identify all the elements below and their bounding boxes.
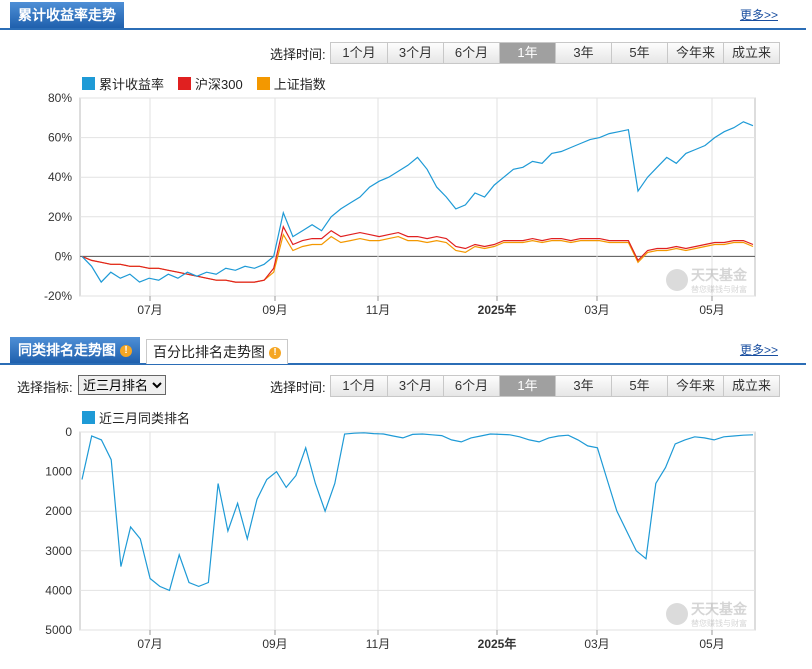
y-tick-label: 0% <box>55 249 73 263</box>
y-tick-label: 20% <box>48 210 72 224</box>
plot-area <box>79 431 756 631</box>
watermark: 天天基金替您赚钱与财富 <box>666 267 748 294</box>
x-tick-label: 2025年 <box>478 302 517 317</box>
watermark-text: 天天基金 <box>691 601 748 617</box>
x-tick-label: 03月 <box>584 637 609 651</box>
watermark-text: 天天基金 <box>691 267 748 283</box>
cumulative-return-panel: 累计收益率走势 更多>> 选择时间: 1个月 3个月 6个月 1年 3年 5年 今年来 成立来… <box>0 0 812 335</box>
x-tick-label: 2025年 <box>478 636 517 651</box>
watermark: 天天基金替您赚钱与财富 <box>666 601 748 628</box>
x-tick-label: 05月 <box>699 637 724 651</box>
watermark-logo-icon <box>666 269 688 291</box>
x-tick-label: 09月 <box>262 303 287 317</box>
cumulative-return-chart: 80% 60% 40% 20% 0% -20% 07月 09月 11月 2025年 03月 05月 天天… <box>44 91 756 317</box>
plot-area <box>79 97 756 297</box>
y-tick-label: 60% <box>48 131 72 145</box>
x-tick-label: 05月 <box>699 303 724 317</box>
y-tick-label: 0 <box>65 425 72 439</box>
rank-panel: 同类排名走势图! 百分比排名走势图! 更多>> 选择指标: 近三月排名 选择时间… <box>0 335 812 669</box>
watermark-sub: 替您赚钱与财富 <box>691 618 747 628</box>
x-tick-label: 11月 <box>366 303 390 317</box>
y-tick-label: 80% <box>48 91 72 105</box>
y-tick-label: 2000 <box>45 504 72 518</box>
y-tick-label: 1000 <box>45 465 72 479</box>
x-tick-label: 09月 <box>262 637 287 651</box>
x-tick-label: 11月 <box>366 637 390 651</box>
y-tick-label: 4000 <box>45 583 72 597</box>
watermark-sub: 替您赚钱与财富 <box>691 284 747 294</box>
y-tick-label: -20% <box>44 289 72 303</box>
x-tick-label: 07月 <box>137 637 162 651</box>
x-tick-label: 03月 <box>584 303 609 317</box>
y-tick-label: 3000 <box>45 544 72 558</box>
watermark-logo-icon <box>666 603 688 625</box>
y-tick-label: 5000 <box>45 623 72 637</box>
x-tick-label: 07月 <box>137 303 162 317</box>
rank-chart: 0 1000 2000 3000 4000 5000 07月 09月 11月 2025年 03月 05… <box>45 425 756 651</box>
y-tick-label: 40% <box>48 170 72 184</box>
